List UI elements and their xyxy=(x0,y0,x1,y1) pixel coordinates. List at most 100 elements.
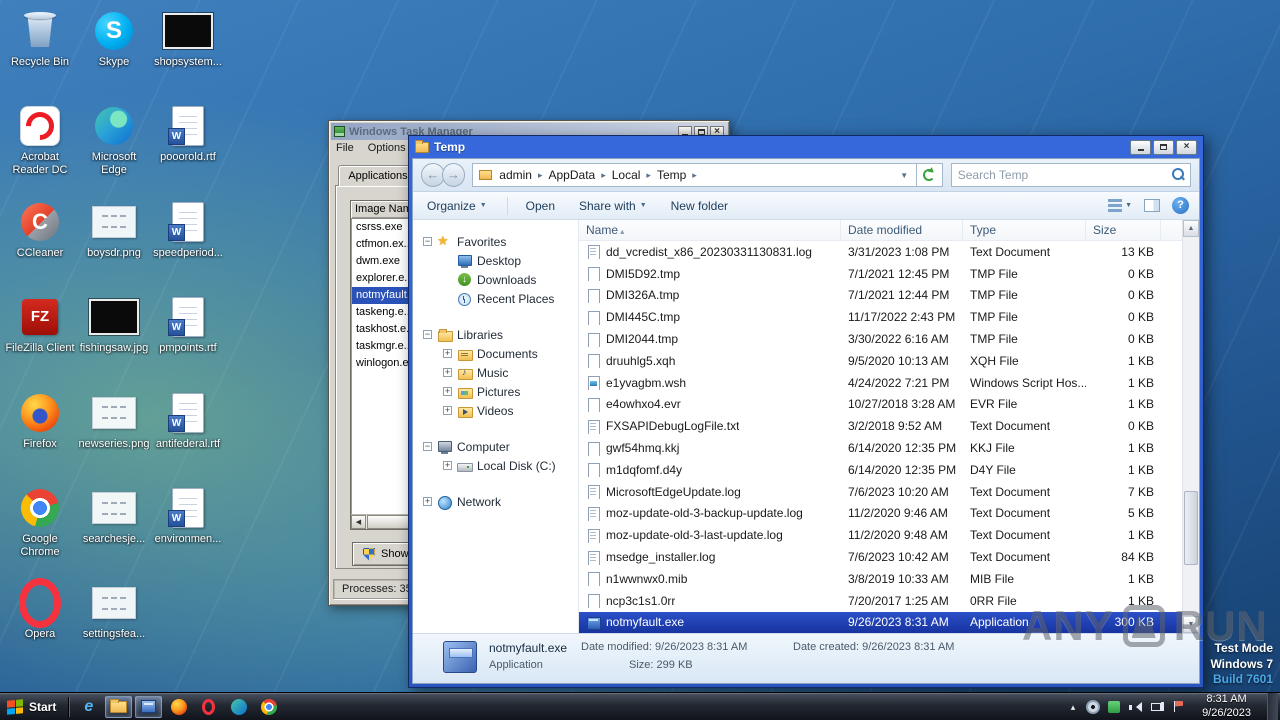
expander-plus-icon[interactable] xyxy=(443,367,452,378)
column-header-name[interactable]: Name ▴ xyxy=(579,220,841,240)
breadcrumb-segment-local[interactable]: Local xyxy=(609,166,644,184)
expander-minus-icon[interactable] xyxy=(423,441,432,452)
desktop-icon-newseries-png[interactable]: newseries.png xyxy=(78,390,150,451)
file-row-e1yvagbm-wsh[interactable]: e1yvagbm.wsh 4/24/2022 7:21 PM Windows Scr… xyxy=(579,372,1182,394)
tm-scrollbar-thumb[interactable] xyxy=(367,515,413,529)
help-button[interactable]: ? xyxy=(1172,197,1189,214)
search-input[interactable] xyxy=(957,168,1168,182)
expander-plus-icon[interactable] xyxy=(443,348,452,359)
nav-item-libraries[interactable]: Libraries xyxy=(413,325,578,344)
maximize-button[interactable] xyxy=(1153,139,1174,155)
vertical-scrollbar[interactable]: ▲ ▼ xyxy=(1182,220,1199,633)
nav-item-computer[interactable]: Computer xyxy=(413,437,578,456)
file-row-microsoftedgeupdate-log[interactable]: MicrosoftEdgeUpdate.log 7/6/2023 10:20 AM… xyxy=(579,481,1182,503)
search-icon[interactable] xyxy=(1168,165,1188,185)
desktop-icon-boysdr-png[interactable]: boysdr.png xyxy=(78,199,150,260)
forward-button[interactable]: → xyxy=(441,163,466,187)
breadcrumb-segment-admin[interactable]: admin xyxy=(496,166,535,184)
expander-plus-icon[interactable] xyxy=(443,405,452,416)
tray-volume-icon[interactable] xyxy=(1128,700,1143,714)
address-breadcrumb-box[interactable]: admin ▸ AppData ▸ Local ▸ Temp ▸ ▼ xyxy=(472,163,918,187)
nav-item-local-disk-c[interactable]: Local Disk (C:) xyxy=(413,456,578,475)
desktop-icon-recycle-bin[interactable]: Recycle Bin xyxy=(4,8,76,69)
search-box[interactable] xyxy=(950,163,1191,187)
taskbar-button-firefox[interactable] xyxy=(165,696,192,718)
open-button[interactable]: Open xyxy=(522,196,559,216)
tray-network-icon[interactable] xyxy=(1150,700,1165,714)
nav-item-videos[interactable]: Videos xyxy=(413,401,578,420)
nav-item-recent-places[interactable]: Recent Places xyxy=(413,289,578,308)
show-desktop-button[interactable] xyxy=(1267,692,1278,720)
share-with-button[interactable]: Share with ▼ xyxy=(575,196,651,216)
scroll-down-icon[interactable]: ▼ xyxy=(1183,616,1199,633)
file-row-dmi445c-tmp[interactable]: DMI445C.tmp 11/17/2022 2:43 PM TMP File 0 K… xyxy=(579,306,1182,328)
expander-minus-icon[interactable] xyxy=(423,236,432,247)
desktop-icon-fishingsaw-jpg[interactable]: fishingsaw.jpg xyxy=(78,294,150,355)
desktop-icon-shopsystem[interactable]: shopsystem... xyxy=(152,8,224,69)
taskbar-button-explorer[interactable] xyxy=(105,695,133,718)
desktop-icon-antifederal-rtf[interactable]: antifederal.rtf xyxy=(152,390,224,451)
change-view-button[interactable]: ▼ xyxy=(1108,199,1132,212)
desktop-icon-pmpoints-rtf[interactable]: pmpoints.rtf xyxy=(152,294,224,355)
file-row-moz-update-old-3-backup-update-log[interactable]: moz-update-old-3-backup-update.log 11/2/2… xyxy=(579,503,1182,525)
tray-antivirus-icon[interactable] xyxy=(1108,701,1121,713)
organize-button[interactable]: Organize ▼ xyxy=(423,196,491,216)
file-row-msedge-installer-log[interactable]: msedge_installer.log 7/6/2023 10:42 AM Tex… xyxy=(579,546,1182,568)
taskbar-button-opera[interactable] xyxy=(195,696,222,718)
scroll-up-icon[interactable]: ▲ xyxy=(1183,220,1199,237)
column-header-type[interactable]: Type xyxy=(963,220,1086,240)
nav-item-network[interactable]: Network xyxy=(413,492,578,511)
nav-item-pictures[interactable]: Pictures xyxy=(413,382,578,401)
taskbar-button-taskmgr[interactable] xyxy=(135,695,163,718)
file-row-moz-update-old-3-last-update-log[interactable]: moz-update-old-3-last-update.log 11/2/202… xyxy=(579,524,1182,546)
expander-plus-icon[interactable] xyxy=(423,496,432,507)
file-row-druuhlg5-xqh[interactable]: druuhlg5.xqh 9/5/2020 10:13 AM XQH File 1 K… xyxy=(579,350,1182,372)
nav-item-documents[interactable]: Documents xyxy=(413,344,578,363)
expander-minus-icon[interactable] xyxy=(423,329,432,340)
breadcrumb-separator-icon[interactable]: ▸ xyxy=(598,170,609,181)
file-row-m1dqfomf-d4y[interactable]: m1dqfomf.d4y 6/14/2020 12:35 PM D4Y File 1 … xyxy=(579,459,1182,481)
breadcrumb-separator-icon[interactable]: ▸ xyxy=(535,170,546,181)
tm-tab-applications[interactable]: Applications xyxy=(338,165,418,186)
column-header-size[interactable]: Size xyxy=(1086,220,1161,240)
desktop-icon-firefox[interactable]: Firefox xyxy=(4,390,76,451)
desktop-icon-microsoft-edge[interactable]: Microsoft Edge xyxy=(78,103,150,176)
taskbar-button-edge[interactable] xyxy=(225,696,252,718)
desktop-icon-searchesje[interactable]: searchesje... xyxy=(78,485,150,546)
file-row-dmi5d92-tmp[interactable]: DMI5D92.tmp 7/1/2021 12:45 PM TMP File 0 KB xyxy=(579,263,1182,285)
taskbar-button-ie[interactable]: e xyxy=(75,696,102,718)
file-row-gwf54hmq-kkj[interactable]: gwf54hmq.kkj 6/14/2020 12:35 PM KKJ File 1 … xyxy=(579,437,1182,459)
desktop-icon-acrobat-reader-dc[interactable]: Acrobat Reader DC xyxy=(4,103,76,176)
file-row-e4owhxo4-evr[interactable]: e4owhxo4.evr 10/27/2018 3:28 AM EVR File 1 … xyxy=(579,394,1182,416)
taskbar-button-chrome[interactable] xyxy=(255,696,282,718)
desktop-icon-environmen[interactable]: environmen... xyxy=(152,485,224,546)
scrollbar-thumb[interactable] xyxy=(1184,490,1198,565)
nav-item-downloads[interactable]: Downloads xyxy=(413,270,578,289)
refresh-button[interactable] xyxy=(917,163,943,187)
nav-item-music[interactable]: Music xyxy=(413,363,578,382)
tray-cd-drive-icon[interactable] xyxy=(1086,699,1101,714)
start-button[interactable]: Start xyxy=(0,693,66,720)
file-row-dd-vcredist-x86-20230331130831-log[interactable]: dd_vcredist_x86_20230331130831.log 3/31/2… xyxy=(579,241,1182,263)
nav-item-favorites[interactable]: Favorites xyxy=(413,232,578,251)
close-button[interactable]: × xyxy=(1176,139,1197,155)
breadcrumb-separator-icon[interactable]: ▸ xyxy=(643,170,654,181)
expander-plus-icon[interactable] xyxy=(443,386,452,397)
nav-item-desktop[interactable]: Desktop xyxy=(413,251,578,270)
clock[interactable]: 8:31 AM 9/26/2023 xyxy=(1194,693,1259,720)
desktop-icon-ccleaner[interactable]: CCleaner xyxy=(4,199,76,260)
new-folder-button[interactable]: New folder xyxy=(667,196,732,216)
preview-pane-button[interactable] xyxy=(1144,199,1160,212)
file-row-ncp3c1s1-0rr[interactable]: ncp3c1s1.0rr 7/20/2017 1:25 AM 0RR File 1 K… xyxy=(579,590,1182,612)
desktop-icon-filezilla-client[interactable]: FileZilla Client xyxy=(4,294,76,355)
address-dropdown-icon[interactable]: ▼ xyxy=(896,171,912,180)
scrollbar-track[interactable] xyxy=(1183,237,1199,616)
desktop-icon-google-chrome[interactable]: Google Chrome xyxy=(4,485,76,558)
column-header-date-modified[interactable]: Date modified xyxy=(841,220,963,240)
file-row-dmi326a-tmp[interactable]: DMI326A.tmp 7/1/2021 12:44 PM TMP File 0 KB xyxy=(579,285,1182,307)
breadcrumb-separator-icon[interactable]: ▸ xyxy=(689,170,700,181)
file-row-fxsapidebuglogfile-txt[interactable]: FXSAPIDebugLogFile.txt 3/2/2018 9:52 AM Te… xyxy=(579,415,1182,437)
file-row-notmyfault-exe[interactable]: notmyfault.exe 9/26/2023 8:31 AM Applicati… xyxy=(579,611,1182,633)
menu-file[interactable]: File xyxy=(336,142,354,158)
file-row-n1wwnwx0-mib[interactable]: n1wwnwx0.mib 3/8/2019 10:33 AM MIB File 1 K… xyxy=(579,568,1182,590)
